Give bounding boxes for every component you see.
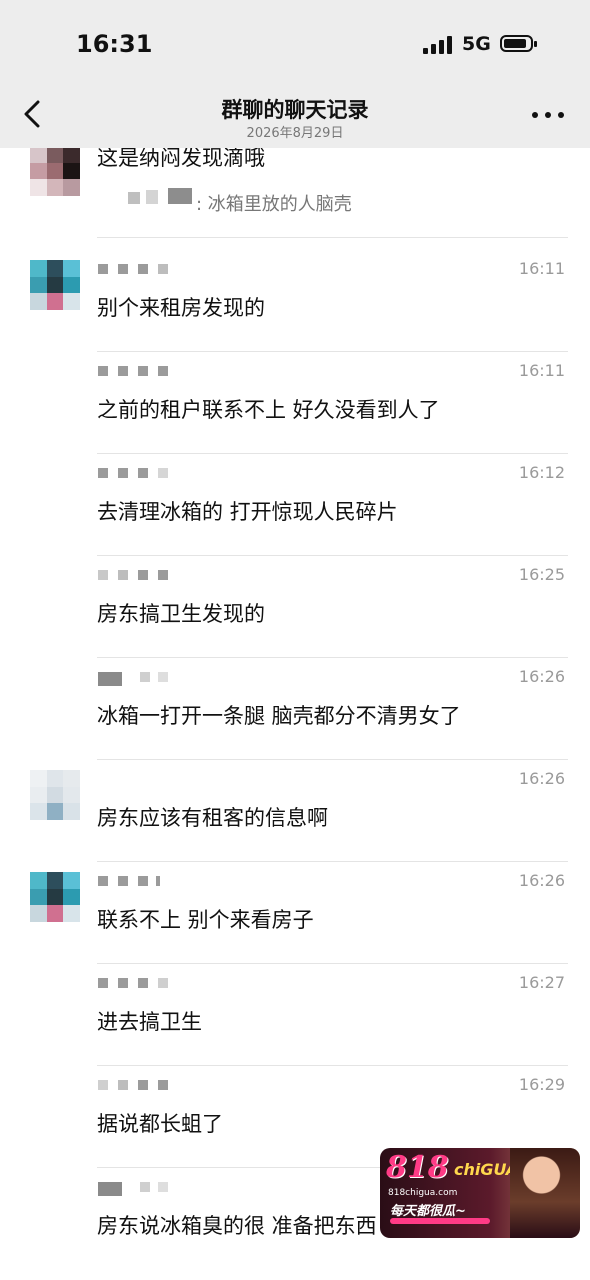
message-time: 16:25 bbox=[518, 565, 565, 584]
message-text: 去清理冰箱的 打开惊现人民碎片 bbox=[97, 500, 398, 524]
watermark-number: 818 bbox=[386, 1150, 449, 1185]
message-text: 房东应该有租客的信息啊 bbox=[97, 806, 328, 830]
message-time: 16:27 bbox=[518, 973, 565, 992]
message-text: 冰箱一打开一条腿 脑壳都分不清男女了 bbox=[97, 704, 461, 728]
message-text: 房东搞卫生发现的 bbox=[97, 602, 265, 626]
battery-icon bbox=[500, 35, 537, 52]
message-item: 16:11 之前的租户联系不上 好久没看到人了 bbox=[0, 352, 590, 454]
message-time: 16:11 bbox=[518, 361, 565, 380]
watermark-slogan: 每天都很瓜~ bbox=[390, 1204, 466, 1219]
watermark-photo bbox=[510, 1148, 580, 1238]
more-dots-icon bbox=[532, 112, 538, 118]
message-item: 16:27 进去搞卫生 bbox=[0, 964, 590, 1066]
message-time: 16:26 bbox=[518, 769, 565, 788]
message-item: 16:26 房东应该有租客的信息啊 bbox=[0, 760, 590, 862]
message-text: 据说都长蛆了 bbox=[97, 1112, 223, 1136]
quoted-message[interactable]: : 冰箱里放的人脑壳 bbox=[196, 190, 352, 216]
chat-history[interactable]: 这是纳闷发现滴哦 : 冰箱里放的人脑壳 16:11 别个来租房发现的 16:11… bbox=[0, 148, 590, 1280]
message-text: 房东说冰箱臭的很 准备把东西 bbox=[97, 1214, 377, 1238]
signal-bars-icon bbox=[423, 36, 453, 54]
network-type: 5G bbox=[462, 33, 491, 55]
message-item: 这是纳闷发现滴哦 : 冰箱里放的人脑壳 bbox=[0, 148, 590, 238]
avatar[interactable] bbox=[30, 770, 80, 820]
message-time: 16:11 bbox=[518, 259, 565, 278]
message-time: 16:29 bbox=[518, 1075, 565, 1094]
message-time: 16:26 bbox=[518, 667, 565, 686]
watermark-url: 818chigua.com bbox=[388, 1188, 458, 1198]
page-subtitle: 2026年8月29日 bbox=[246, 126, 344, 141]
message-item: 16:11 别个来租房发现的 bbox=[0, 250, 590, 352]
avatar[interactable] bbox=[30, 872, 80, 922]
message-item: 16:12 去清理冰箱的 打开惊现人民碎片 bbox=[0, 454, 590, 556]
avatar[interactable] bbox=[30, 148, 80, 196]
nav-bar: 群聊的聊天记录 2026年8月29日 bbox=[0, 86, 590, 148]
message-text: 别个来租房发现的 bbox=[97, 296, 265, 320]
status-bar: 16:31 5G bbox=[0, 0, 590, 86]
message-time: 16:12 bbox=[518, 463, 565, 482]
message-time: 16:26 bbox=[518, 871, 565, 890]
message-text: 联系不上 别个来看房子 bbox=[97, 908, 314, 932]
avatar[interactable] bbox=[30, 260, 80, 310]
page-title: 群聊的聊天记录 bbox=[221, 98, 369, 122]
message-text: 进去搞卫生 bbox=[97, 1010, 202, 1034]
watermark-brand: chiGUA bbox=[454, 1160, 519, 1179]
status-time: 16:31 bbox=[76, 30, 153, 58]
message-item: 16:25 房东搞卫生发现的 bbox=[0, 556, 590, 658]
message-text: 之前的租户联系不上 好久没看到人了 bbox=[97, 398, 440, 422]
message-item: 16:26 冰箱一打开一条腿 脑壳都分不清男女了 bbox=[0, 658, 590, 760]
message-text: 这是纳闷发现滴哦 bbox=[97, 148, 265, 170]
message-item: 16:26 联系不上 别个来看房子 bbox=[0, 862, 590, 964]
more-button[interactable] bbox=[530, 102, 566, 128]
watermark-logo: 818 chiGUA 818chigua.com 每天都很瓜~ bbox=[380, 1148, 580, 1238]
